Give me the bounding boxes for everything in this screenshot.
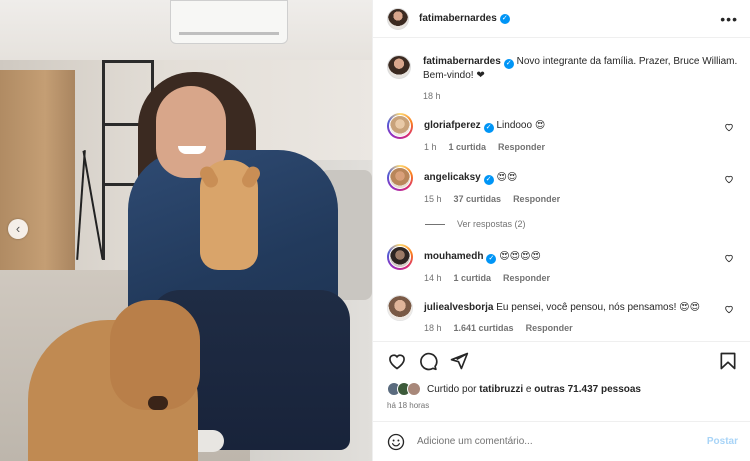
caption-meta: 18 h [423,91,738,101]
more-options-icon[interactable]: ••• [720,12,738,26]
commenter-avatar[interactable] [387,295,413,321]
comment-meta: 14 h 1 curtida Responder [424,273,738,283]
liked-by-others[interactable]: outras 71.437 pessoas [534,384,641,395]
commenter-username[interactable]: angelicaksy [424,172,481,183]
comment-time[interactable]: 14 h [424,273,442,283]
post-header: fatimabernardes ✓ ••• [373,0,750,38]
like-heart-icon[interactable] [387,351,407,371]
reply-button[interactable]: Responder [503,273,550,283]
photo-air-conditioner [170,0,288,44]
liked-by-row: Curtido por tatibruzzi e outras 71.437 p… [373,379,750,399]
caption-time[interactable]: 18 h [423,91,441,101]
comment-bubble-icon[interactable] [418,351,438,371]
comment-time[interactable]: 1 h [424,142,437,152]
caption-author-avatar[interactable] [387,55,411,79]
liker-avatar[interactable] [407,382,421,396]
view-replies-button[interactable]: Ver respostas (2) [425,219,738,229]
comment-item: juliealvesborja Eu pensei, você pensou, … [387,295,738,333]
comment-time[interactable]: 15 h [424,194,442,204]
photo-dog-nose [148,396,168,410]
commenter-avatar[interactable] [387,113,413,139]
comment-item: gloriafperez ✓ Lindooo 😍 1 h 1 curtida Re… [387,113,738,152]
comment-likes[interactable]: 1 curtida [454,273,492,283]
heart-icon[interactable] [724,122,734,132]
comment-text: Lindooo 😍 [496,120,546,131]
action-bar [373,341,750,379]
commenter-avatar[interactable] [387,165,413,191]
reply-button[interactable]: Responder [513,194,560,204]
liked-by-user[interactable]: tatibruzzi [479,384,523,395]
comment-likes[interactable]: 1.641 curtidas [454,323,514,333]
instagram-post: ‹ fatimabernardes ✓ ••• fatimabernardes ✓… [0,0,750,461]
comments-section: fatimabernardes ✓ Novo integrante da famí… [373,38,750,341]
add-comment-bar: Postar [373,421,750,461]
heart-icon[interactable] [724,174,734,184]
comment-likes[interactable]: 1 curtida [449,142,487,152]
comment-text-line: juliealvesborja Eu pensei, você pensou, … [424,301,738,314]
commenter-username[interactable]: mouhamedh [424,251,483,262]
comment-meta: 15 h 37 curtidas Responder [424,194,738,204]
commenter-username[interactable]: juliealvesborja [424,302,493,313]
verified-badge-icon: ✓ [483,123,494,133]
commenter-avatar[interactable] [387,244,413,270]
caption-author-username[interactable]: fatimabernardes [423,56,501,67]
comment-text: Eu pensei, você pensou, nós pensamos! 😍😍 [496,302,701,313]
comment-meta: 18 h 1.641 curtidas Responder [424,323,738,333]
commenter-username[interactable]: gloriafperez [424,120,481,131]
heart-icon[interactable] [724,253,734,263]
photo-smile [178,146,206,154]
comment-text-line: gloriafperez ✓ Lindooo 😍 [424,119,738,133]
emoji-icon[interactable] [387,433,405,451]
comment-likes[interactable]: 37 curtidas [454,194,502,204]
comment-meta: 1 h 1 curtida Responder [424,142,738,152]
photo-door [0,70,75,280]
author-username[interactable]: fatimabernardes [419,13,497,24]
post-photo[interactable]: ‹ [0,0,372,461]
comment-text: 😍😍😍😍 [499,251,541,262]
share-paper-plane-icon[interactable] [449,351,469,371]
post-comment-button[interactable]: Postar [707,436,738,447]
comment-text-line: mouhamedh ✓ 😍😍😍😍 [424,250,738,264]
comment-input[interactable] [417,436,707,447]
liked-by-prefix: Curtido por [427,383,477,395]
photo-dog-head [110,300,200,410]
verified-badge-icon: ✓ [499,13,510,24]
author-avatar[interactable] [387,7,409,30]
verified-badge-icon: ✓ [486,254,497,264]
verified-badge-icon: ✓ [483,175,494,185]
reply-button[interactable]: Responder [526,323,573,333]
liked-by-middle: e [525,383,532,395]
author-name-block[interactable]: fatimabernardes ✓ [419,13,510,24]
comment-item: angelicaksy ✓ 😍😍 15 h 37 curtidas Respond… [387,165,738,204]
chevron-left-icon[interactable]: ‹ [8,219,28,239]
bookmark-icon[interactable] [718,351,738,371]
verified-badge-icon: ✓ [503,59,514,69]
liked-by-text: Curtido por tatibruzzi e outras 71.437 p… [427,384,641,395]
post-time-ago[interactable]: há 18 horas [373,399,750,413]
reply-button[interactable]: Responder [498,142,545,152]
heart-icon[interactable] [724,304,734,314]
post-side-panel: fatimabernardes ✓ ••• fatimabernardes ✓ N… [372,0,750,461]
comment-text-line: angelicaksy ✓ 😍😍 [424,171,738,185]
comment-item: mouhamedh ✓ 😍😍😍😍 14 h 1 curtida Responder [387,244,738,283]
post-caption: fatimabernardes ✓ Novo integrante da famí… [387,38,738,101]
comment-text: 😍😍 [496,172,518,183]
comment-time[interactable]: 18 h [424,323,442,333]
caption-text-line: fatimabernardes ✓ Novo integrante da famí… [423,55,738,82]
